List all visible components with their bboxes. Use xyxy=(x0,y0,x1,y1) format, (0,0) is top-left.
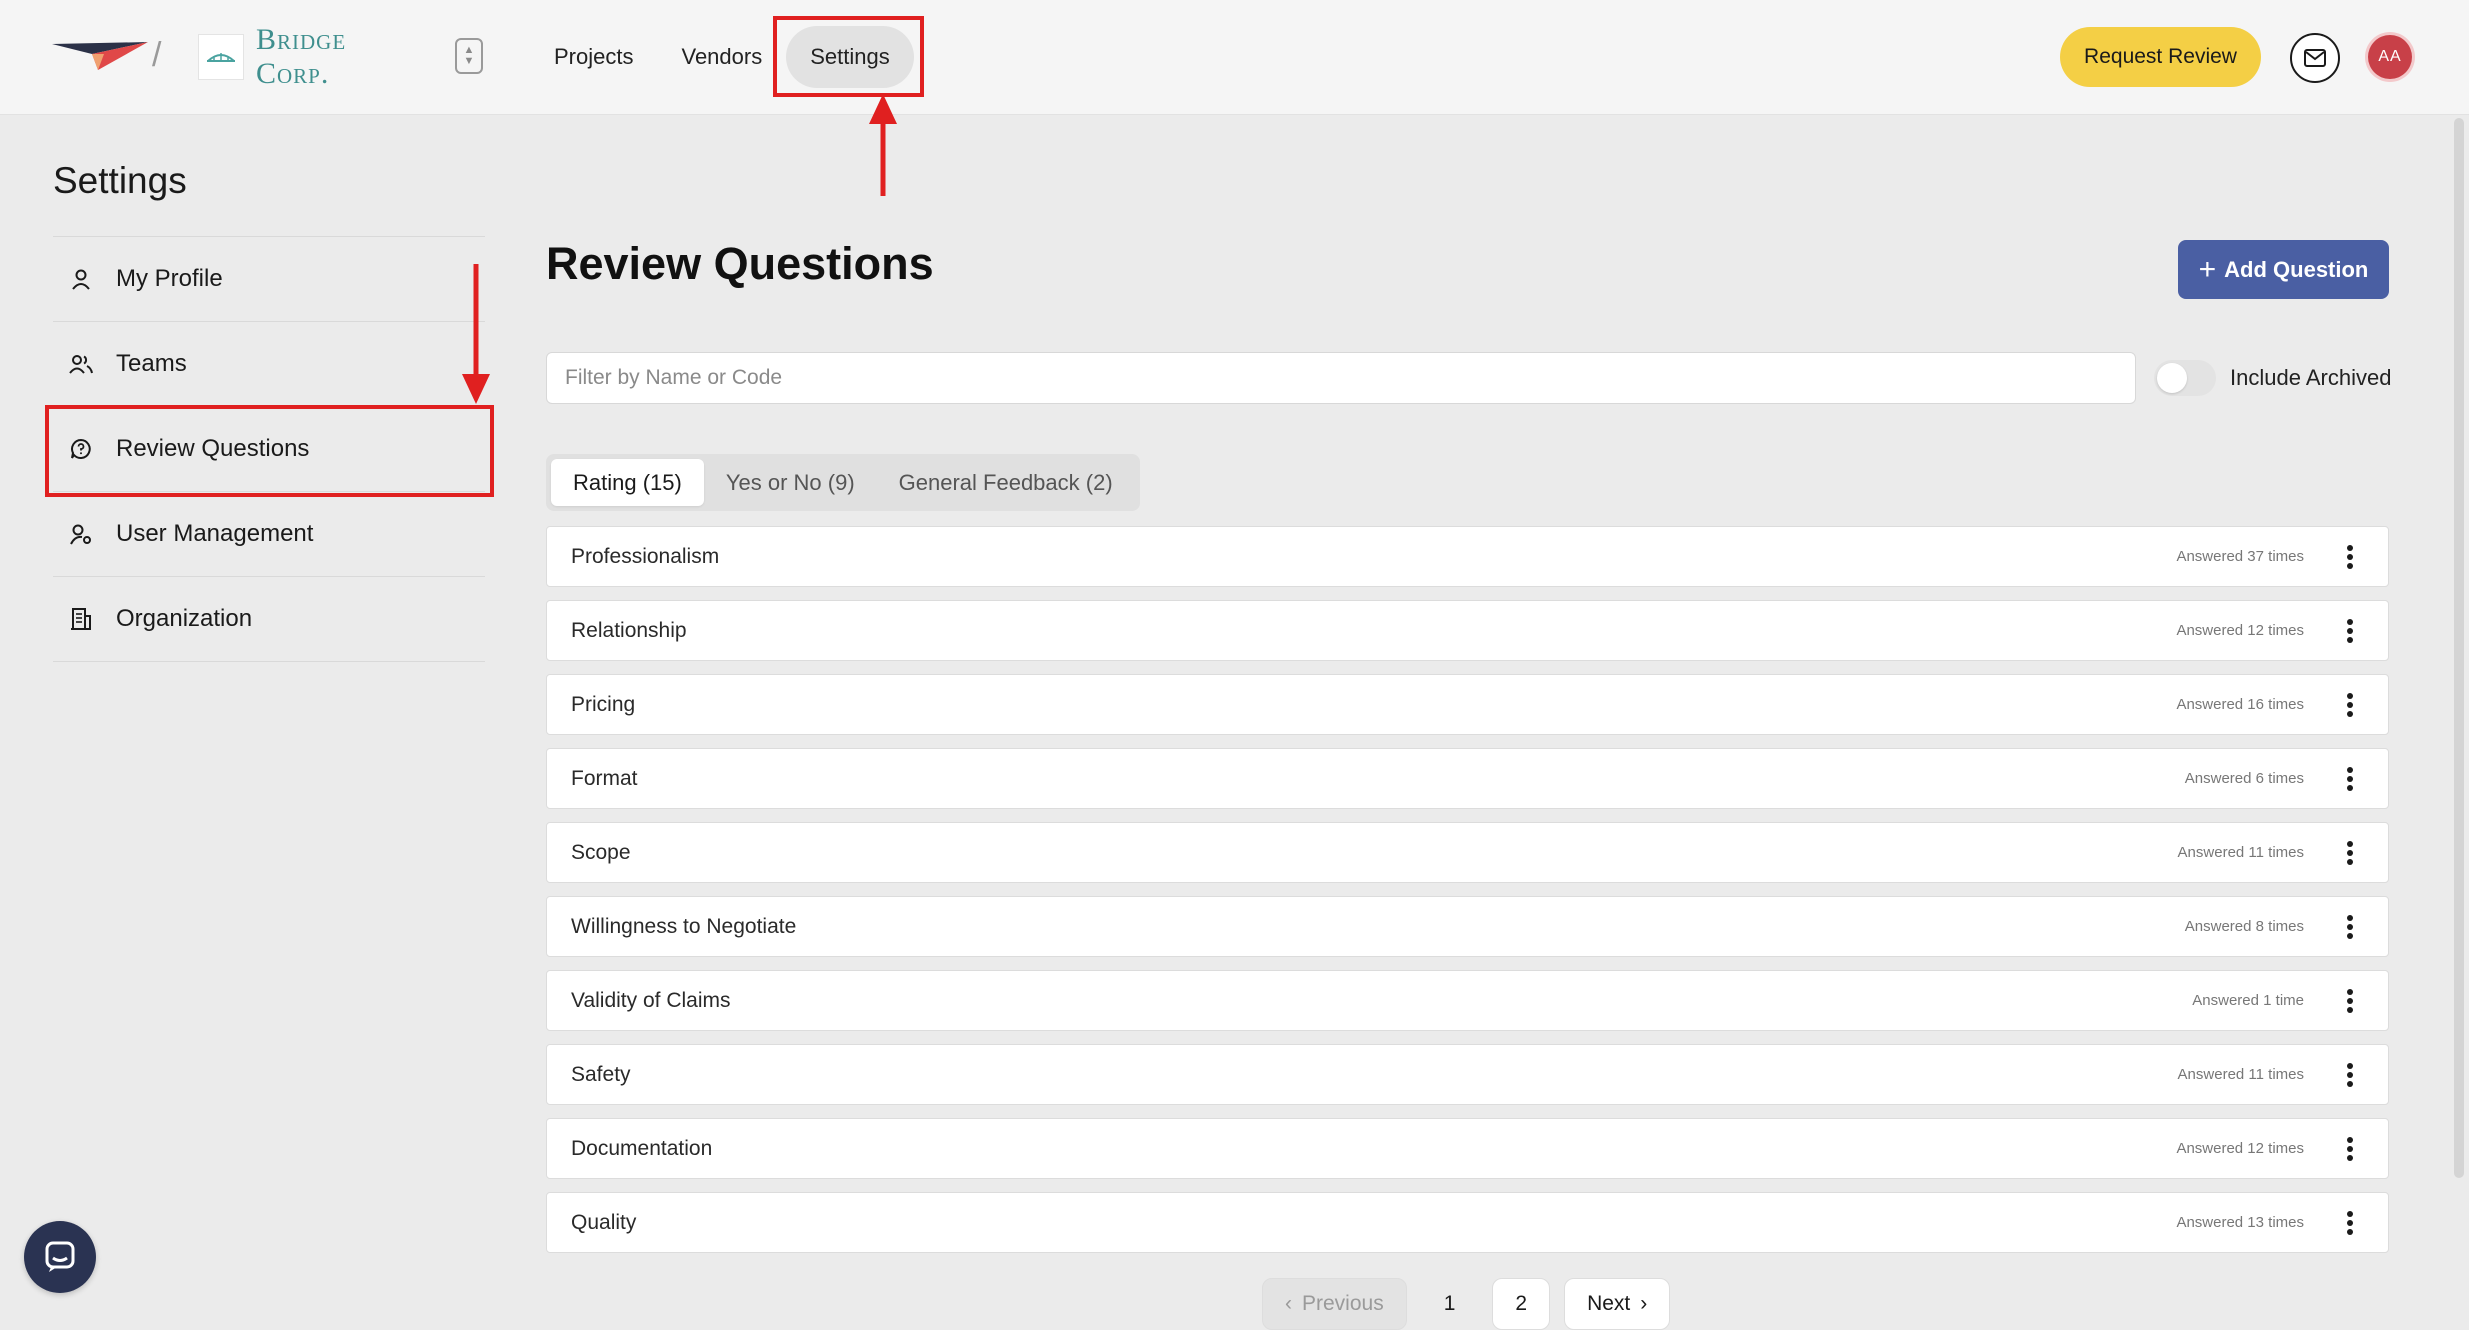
tab-rating[interactable]: Rating (15) xyxy=(551,459,704,506)
answered-count: Answered 13 times xyxy=(2176,1214,2304,1231)
question-name: Format xyxy=(571,766,638,790)
answered-count: Answered 6 times xyxy=(2184,770,2304,787)
nav-projects[interactable]: Projects xyxy=(530,26,657,88)
list-item[interactable]: Safety Answered 11 times xyxy=(546,1044,2389,1105)
list-item[interactable]: Relationship Answered 12 times xyxy=(546,600,2389,661)
sidebar-item-my-profile[interactable]: My Profile xyxy=(53,237,485,322)
more-options-icon[interactable] xyxy=(2330,537,2370,577)
add-question-label: Add Question xyxy=(2224,256,2369,282)
page-1-button[interactable]: 1 xyxy=(1421,1278,1479,1330)
previous-page-button[interactable]: ‹ Previous xyxy=(1262,1278,1407,1330)
page-scrollbar[interactable] xyxy=(2454,118,2464,1178)
more-options-icon[interactable] xyxy=(2330,685,2370,725)
more-options-icon[interactable] xyxy=(2330,833,2370,873)
more-options-icon[interactable] xyxy=(2330,1129,2370,1169)
filter-input[interactable] xyxy=(546,352,2136,404)
org-brand-name: Bridge Corp. xyxy=(256,23,347,90)
chat-launcher-icon[interactable] xyxy=(24,1221,96,1293)
annotation-arrow-up xyxy=(869,94,897,196)
list-item[interactable]: Validity of Claims Answered 1 time xyxy=(546,970,2389,1031)
include-archived-toggle[interactable] xyxy=(2154,360,2216,396)
tab-yes-or-no[interactable]: Yes or No (9) xyxy=(704,459,877,506)
building-icon xyxy=(67,605,95,633)
sidebar-item-label: My Profile xyxy=(116,265,223,292)
question-name: Professionalism xyxy=(571,544,720,568)
list-item[interactable]: Pricing Answered 16 times xyxy=(546,674,2389,735)
sidebar-item-organization[interactable]: Organization xyxy=(53,577,485,662)
bridge-logo-icon xyxy=(198,34,244,80)
more-options-icon[interactable] xyxy=(2330,907,2370,947)
chevron-left-icon: ‹ xyxy=(1285,1292,1292,1315)
plus-icon: + xyxy=(2198,252,2217,286)
toggle-knob xyxy=(2157,363,2187,393)
answered-count: Answered 37 times xyxy=(2176,548,2304,565)
org-switcher-chevrons-icon[interactable]: ▲ ▼ xyxy=(455,38,483,74)
avatar[interactable]: AA xyxy=(2368,35,2412,79)
answered-count: Answered 12 times xyxy=(2176,1140,2304,1157)
more-options-icon[interactable] xyxy=(2330,1055,2370,1095)
breadcrumb-separator: / xyxy=(152,36,162,74)
more-options-icon[interactable] xyxy=(2330,759,2370,799)
question-name: Relationship xyxy=(571,618,687,642)
question-name: Willingness to Negotiate xyxy=(571,914,797,938)
questions-list: Professionalism Answered 37 times Relatio… xyxy=(546,526,2389,1266)
question-name: Scope xyxy=(571,840,631,864)
tab-general-feedback[interactable]: General Feedback (2) xyxy=(877,459,1135,506)
include-archived-label: Include Archived xyxy=(2230,365,2392,390)
answered-count: Answered 11 times xyxy=(2177,844,2304,861)
user-gear-icon xyxy=(67,520,95,548)
question-name: Documentation xyxy=(571,1136,713,1160)
annotation-box-review-questions xyxy=(45,405,494,497)
page-2-button[interactable]: 2 xyxy=(1492,1278,1551,1330)
question-name: Pricing xyxy=(571,692,636,716)
list-item[interactable]: Documentation Answered 12 times xyxy=(546,1118,2389,1179)
sidebar-item-label: Organization xyxy=(116,605,253,632)
list-item[interactable]: Format Answered 6 times xyxy=(546,748,2389,809)
answered-count: Answered 11 times xyxy=(2177,1066,2304,1083)
more-options-icon[interactable] xyxy=(2330,611,2370,651)
question-type-tabs: Rating (15) Yes or No (9) General Feedba… xyxy=(546,454,1140,511)
sidebar-item-label: User Management xyxy=(116,520,314,547)
list-item[interactable]: Professionalism Answered 37 times xyxy=(546,526,2389,587)
pagination: ‹ Previous 1 2 Next › xyxy=(1262,1278,1671,1330)
annotation-arrow-down xyxy=(462,264,490,404)
list-item[interactable]: Scope Answered 11 times xyxy=(546,822,2389,883)
sidebar-title: Settings xyxy=(53,160,187,201)
top-bar: / Bridge Corp. ▲ ▼ Projects Vendors Setti… xyxy=(0,0,2469,115)
add-question-button[interactable]: + Add Question xyxy=(2178,240,2389,299)
sidebar-item-teams[interactable]: Teams xyxy=(53,322,485,407)
next-label: Next xyxy=(1587,1292,1631,1315)
user-icon xyxy=(67,265,95,293)
request-review-button[interactable]: Request Review xyxy=(2060,27,2261,87)
question-name: Safety xyxy=(571,1062,631,1086)
answered-count: Answered 16 times xyxy=(2176,696,2304,713)
next-page-button[interactable]: Next › xyxy=(1564,1278,1671,1330)
mail-icon[interactable] xyxy=(2290,33,2340,83)
sidebar-item-label: Teams xyxy=(116,350,187,377)
app-logo-icon[interactable] xyxy=(52,40,148,77)
sidebar-item-user-management[interactable]: User Management xyxy=(53,492,485,577)
answered-count: Answered 8 times xyxy=(2184,918,2304,935)
annotation-box-settings-nav xyxy=(773,16,924,97)
answered-count: Answered 12 times xyxy=(2176,622,2304,639)
more-options-icon[interactable] xyxy=(2330,981,2370,1021)
answered-count: Answered 1 time xyxy=(2192,992,2304,1009)
users-icon xyxy=(67,350,95,378)
page-title: Review Questions xyxy=(546,238,934,289)
org-brand[interactable]: Bridge Corp. xyxy=(198,23,428,90)
previous-label: Previous xyxy=(1302,1292,1384,1315)
list-item[interactable]: Quality Answered 13 times xyxy=(546,1192,2389,1253)
chevron-right-icon: › xyxy=(1640,1292,1648,1315)
more-options-icon[interactable] xyxy=(2330,1203,2370,1243)
nav-vendors[interactable]: Vendors xyxy=(657,26,786,88)
list-item[interactable]: Willingness to Negotiate Answered 8 times xyxy=(546,896,2389,957)
question-name: Validity of Claims xyxy=(571,988,731,1012)
question-name: Quality xyxy=(571,1210,637,1234)
